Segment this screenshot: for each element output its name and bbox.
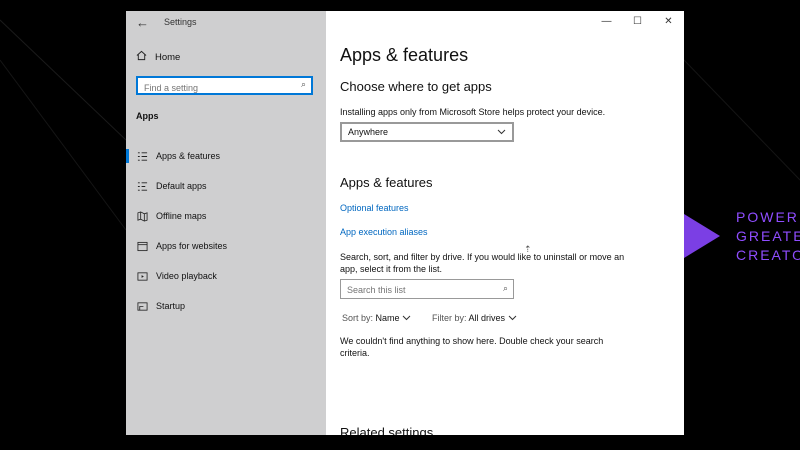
sidebar-item-offline-maps[interactable]: Offline maps: [126, 201, 326, 231]
chevron-down-icon: [508, 313, 517, 323]
startup-icon: [136, 300, 148, 312]
promo-banner: POWERI GREATE CREATO: [684, 208, 800, 268]
sidebar: ← Settings Home ⌕ Apps Apps & features: [126, 11, 326, 435]
settings-window: ← Settings Home ⌕ Apps Apps & features: [126, 11, 684, 435]
search-list-input[interactable]: [341, 281, 492, 299]
choose-heading: Choose where to get apps: [340, 79, 492, 94]
sidebar-item-apps-features[interactable]: Apps & features: [126, 141, 326, 171]
play-triangle-icon: [684, 214, 720, 258]
chevron-down-icon: [402, 313, 411, 323]
optional-features-link[interactable]: Optional features: [340, 203, 409, 213]
maximize-icon[interactable]: ☐: [622, 11, 653, 31]
page-title: Apps & features: [340, 45, 469, 65]
sidebar-nav: Apps & features Default apps Offline map…: [126, 141, 326, 321]
empty-results-message: We couldn't find anything to show here. …: [340, 336, 604, 358]
chevron-down-icon: [497, 127, 506, 137]
sidebar-item-default-apps[interactable]: Default apps: [126, 171, 326, 201]
sidebar-item-apps-websites[interactable]: Apps for websites: [126, 231, 326, 261]
sidebar-item-label: Video playback: [156, 271, 217, 281]
sidebar-home-label: Home: [155, 51, 181, 63]
promo-text: POWERI GREATE CREATO: [736, 209, 800, 263]
sidebar-item-label: Apps for websites: [156, 241, 228, 251]
sidebar-item-startup[interactable]: Startup: [126, 291, 326, 321]
offline-maps-icon: [136, 210, 148, 222]
default-apps-icon: [136, 180, 148, 192]
sidebar-item-label: Startup: [156, 301, 186, 311]
video-playback-icon: [136, 270, 148, 282]
search-icon: ⌕: [502, 283, 508, 293]
search-description: Search, sort, and filter by drive. If yo…: [340, 252, 625, 274]
back-arrow-icon[interactable]: ←: [136, 15, 149, 30]
main-pane: — ☐ ✕ Apps & features Choose where to ge…: [326, 11, 684, 435]
sort-label: Sort by:: [342, 313, 374, 323]
mouse-cursor-icon: ⇡: [524, 244, 532, 254]
sidebar-item-label: Offline maps: [156, 211, 207, 221]
related-settings-heading: Related settings: [340, 425, 434, 435]
sidebar-item-label: Apps & features: [156, 151, 221, 161]
close-icon[interactable]: ✕: [653, 11, 684, 31]
sidebar-item-video-playback[interactable]: Video playback: [126, 261, 326, 291]
apps-features-icon: [136, 150, 148, 162]
choose-description: Installing apps only from Microsoft Stor…: [340, 107, 606, 117]
find-setting-search[interactable]: ⌕: [136, 76, 313, 96]
search-list-box[interactable]: ⌕: [340, 279, 514, 299]
filter-control[interactable]: Filter by: All drives: [432, 313, 517, 323]
window-title: Settings: [164, 17, 197, 27]
window-controls: — ☐ ✕: [591, 11, 684, 31]
filter-value: All drives: [468, 313, 506, 323]
minimize-icon[interactable]: —: [591, 11, 622, 31]
sort-value: Name: [375, 313, 400, 323]
app-source-dropdown[interactable]: Anywhere: [340, 122, 514, 142]
sidebar-home[interactable]: Home: [136, 50, 180, 64]
sidebar-item-label: Default apps: [156, 181, 207, 191]
home-icon: [136, 50, 147, 64]
find-setting-input[interactable]: [138, 80, 294, 96]
sidebar-section-title: Apps: [136, 111, 159, 121]
apps-features-heading: Apps & features: [340, 175, 433, 190]
sort-control[interactable]: Sort by: Name: [342, 313, 411, 323]
filter-label: Filter by:: [432, 313, 467, 323]
app-source-value: Anywhere: [348, 127, 389, 137]
apps-websites-icon: [136, 240, 148, 252]
search-icon: ⌕: [300, 79, 306, 89]
app-execution-aliases-link[interactable]: App execution aliases: [340, 227, 428, 237]
